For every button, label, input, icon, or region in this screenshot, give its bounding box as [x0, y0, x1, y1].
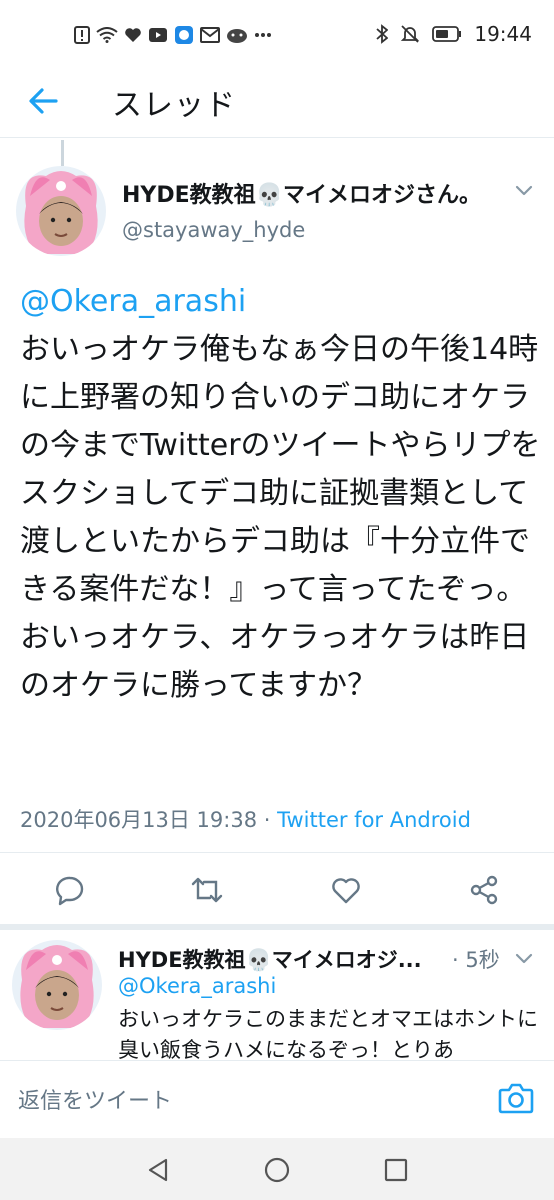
app-icon [174, 25, 194, 45]
square-recents-icon [384, 1158, 408, 1182]
circle-home-icon [264, 1157, 290, 1183]
system-icons: 19:44 [376, 22, 532, 46]
triangle-back-icon [148, 1158, 168, 1182]
app-icon [226, 26, 248, 44]
chevron-down-icon[interactable] [514, 948, 534, 968]
heart-icon [124, 27, 142, 43]
more-icon [254, 32, 272, 38]
wifi-icon [96, 27, 118, 43]
back-button[interactable] [28, 86, 60, 116]
clock: 19:44 [474, 22, 532, 46]
meta-separator: · [257, 808, 278, 832]
mention-link[interactable]: @Okera_arashi [20, 278, 545, 326]
system-nav-bar [0, 1138, 554, 1200]
page-title: スレッド [112, 88, 236, 123]
like-button[interactable] [330, 874, 362, 906]
back-arrow-icon [29, 88, 58, 114]
mute-icon [400, 24, 420, 44]
app-header: スレッド [0, 64, 554, 138]
section-divider [0, 924, 554, 930]
like-icon [332, 878, 360, 904]
notification-icons [74, 24, 272, 46]
reply-composer: 返信をツイート [0, 1060, 554, 1138]
tweet-timestamp: 2020年06月13日 19:38 [20, 808, 258, 832]
nav-home-button[interactable] [263, 1156, 291, 1184]
thread-connector [61, 140, 64, 166]
camera-icon [498, 1083, 534, 1114]
reply-text: おいっオケラこのままだとオマエはホントに臭い飯食うハメになるぞっ！とりあ [118, 1007, 538, 1062]
retweet-button[interactable] [190, 874, 223, 906]
avatar[interactable] [16, 166, 106, 256]
reply-display-name[interactable]: HYDE教教祖💀マイメロオジ... [118, 944, 422, 974]
tweet-text: おいっオケラ俺もなぁ今日の午後14時に上野署の知り合いのデコ助にオケラの今までT… [20, 332, 541, 703]
display-name[interactable]: HYDE教教祖💀マイメロオジさん。 [122, 177, 481, 209]
nav-recents-button[interactable] [382, 1156, 410, 1184]
tweet-actions [0, 862, 554, 918]
reply-button[interactable] [54, 874, 86, 906]
retweet-icon [191, 877, 223, 903]
client-link[interactable]: Twitter for Android [277, 808, 471, 832]
youtube-icon [148, 27, 168, 43]
alert-icon [74, 26, 90, 44]
reply-mention-link[interactable]: @Okera_arashi [118, 974, 276, 998]
camera-button[interactable] [498, 1081, 534, 1115]
chevron-down-icon[interactable] [514, 180, 534, 200]
battery-icon [432, 26, 462, 42]
user-handle[interactable]: @stayaway_hyde [122, 218, 305, 242]
mail-icon [200, 27, 220, 43]
reply-input[interactable]: 返信をツイート [18, 1083, 172, 1115]
divider [0, 852, 554, 853]
bluetooth-icon [376, 24, 389, 44]
reply-icon [56, 876, 84, 906]
share-icon [470, 875, 498, 905]
nav-back-button[interactable] [144, 1156, 172, 1184]
status-bar: 19:44 [0, 0, 554, 64]
reply-time: · 5秒 [452, 948, 500, 972]
reply-avatar[interactable] [12, 940, 102, 1030]
tweet-meta: 2020年06月13日 19:38 · Twitter for Android [20, 804, 471, 834]
tweet-body: @Okera_arashi おいっオケラ俺もなぁ今日の午後14時に上野署の知り合… [20, 278, 545, 710]
share-button[interactable] [468, 874, 500, 906]
